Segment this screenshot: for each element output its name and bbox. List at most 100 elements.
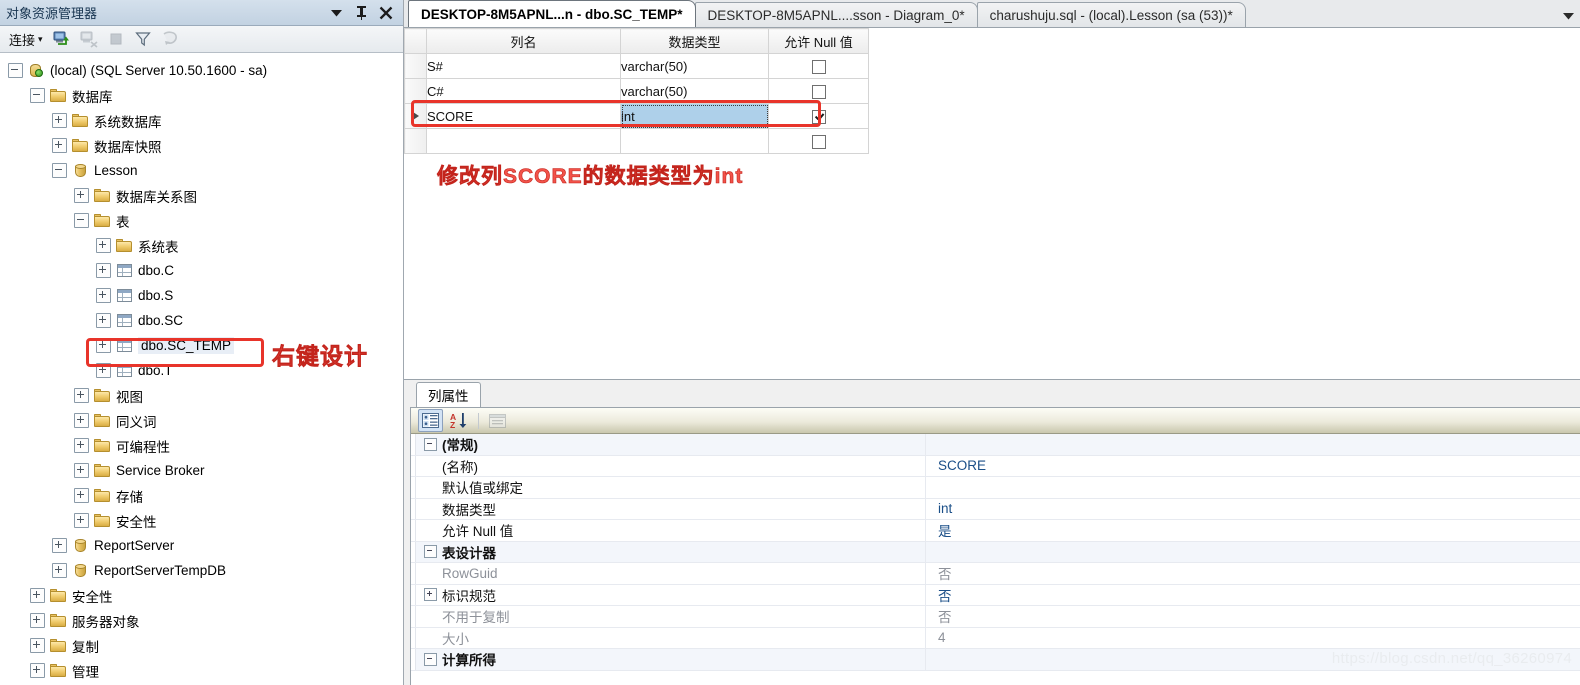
table-row[interactable]: C# varchar(50) [404,78,869,104]
expand-icon[interactable] [30,638,45,653]
property-row[interactable]: 默认值或绑定 [411,477,1580,499]
tree-node[interactable]: ReportServer [0,533,403,558]
tree-node[interactable]: 安全性 [0,508,403,533]
filter-icon[interactable] [133,29,154,49]
property-row[interactable]: RowGuid 否 [411,563,1580,585]
expand-icon[interactable] [52,138,67,153]
expand-icon[interactable] [96,263,111,278]
property-row[interactable]: 不用于复制 否 [411,606,1580,628]
property-row[interactable]: (名称) SCORE [411,455,1580,477]
tree-node[interactable]: 存储 [0,483,403,508]
allow-nulls-checkbox[interactable] [811,59,826,74]
tab-overflow-icon[interactable] [1563,8,1574,23]
tree-node[interactable]: 表 [0,208,403,233]
expand-icon[interactable] [74,188,89,203]
property-row[interactable]: 大小 4 [411,627,1580,649]
cell-column-name[interactable]: C# [426,78,621,104]
tree-node[interactable]: 管理 [0,658,403,683]
expand-icon[interactable] [74,463,89,478]
property-row[interactable]: 标识规范 否 [411,584,1580,606]
expand-icon[interactable] [30,663,45,678]
cell-column-name[interactable]: S# [426,53,621,79]
row-selector[interactable] [404,53,427,79]
expand-icon[interactable] [96,238,111,253]
connect-icon[interactable] [52,29,73,49]
tree-node[interactable]: 复制 [0,633,403,658]
column-definition-grid[interactable]: 列名 数据类型 允许 Null 值 S# varchar(50) C# varc… [404,28,869,154]
expand-icon[interactable] [96,288,111,303]
tree-node[interactable]: 服务器对象 [0,608,403,633]
collapse-icon[interactable] [52,163,67,178]
tree-node[interactable]: 安全性 [0,583,403,608]
tree-node[interactable]: dbo.SC [0,308,403,333]
cell-column-name[interactable]: SCORE [426,103,621,129]
row-selector[interactable] [404,128,427,154]
expand-icon[interactable] [424,588,437,602]
property-grid[interactable]: (常规) (名称) SCORE 默认值或绑定 数据类型 int 允许 Null 值 是表设计器… [411,434,1580,685]
tree-node[interactable]: 视图 [0,383,403,408]
collapse-icon[interactable] [8,63,23,78]
tree-node[interactable]: 系统表 [0,233,403,258]
expand-icon[interactable] [52,538,67,553]
cell-allow-nulls[interactable] [768,53,869,79]
tree-node[interactable]: 数据库关系图 [0,183,403,208]
property-value[interactable]: SCORE [926,458,1580,473]
allow-nulls-checkbox[interactable] [811,134,826,149]
row-selector-current[interactable] [404,103,427,129]
expand-icon[interactable] [96,363,111,378]
close-icon[interactable] [378,5,394,21]
alphabetical-sort-icon[interactable]: A Z [448,410,471,431]
cell-allow-nulls[interactable] [768,128,869,154]
expand-icon[interactable] [96,338,111,353]
header-allow-nulls[interactable]: 允许 Null 值 [768,28,869,54]
tab-diagram-0[interactable]: DESKTOP-8M5APNL....sson - Diagram_0* [694,2,978,27]
collapse-icon[interactable] [74,213,89,228]
property-value[interactable]: 否 [926,606,1580,626]
expand-icon[interactable] [52,113,67,128]
property-row[interactable]: 数据类型 int [411,498,1580,520]
allow-nulls-checkbox[interactable] [811,84,826,99]
property-value[interactable]: 否 [926,563,1580,583]
expand-icon[interactable] [74,413,89,428]
property-value[interactable]: 是 [926,520,1580,540]
tree-node[interactable]: 数据库 [0,83,403,108]
expand-icon[interactable] [74,388,89,403]
tree-node[interactable]: 系统数据库 [0,108,403,133]
tree-node[interactable]: (local) (SQL Server 10.50.1600 - sa) [0,58,403,83]
window-menu-icon[interactable] [328,5,344,21]
tree-node[interactable]: 同义词 [0,408,403,433]
expand-icon[interactable] [30,588,45,603]
grid-corner-selector[interactable] [404,28,427,54]
header-data-type[interactable]: 数据类型 [620,28,769,54]
expand-icon[interactable] [30,613,45,628]
cell-allow-nulls[interactable] [768,78,869,104]
cell-column-name[interactable] [426,128,621,154]
tree-node[interactable]: 数据库快照 [0,133,403,158]
allow-nulls-checkbox-checked[interactable] [811,109,826,124]
expand-icon[interactable] [74,488,89,503]
row-selector[interactable] [404,78,427,104]
property-row[interactable]: 允许 Null 值 是 [411,520,1580,542]
property-value[interactable]: int [926,501,1580,516]
categorized-view-icon[interactable] [418,409,443,432]
table-row-new[interactable] [404,128,869,154]
expand-icon[interactable] [74,438,89,453]
tree-node[interactable]: 可编程性 [0,433,403,458]
tab-dbo-sc-temp[interactable]: DESKTOP-8M5APNL...n - dbo.SC_TEMP* [408,0,696,27]
tree-node[interactable]: dbo.S [0,283,403,308]
connect-button[interactable]: 连接 ▾ [6,29,46,50]
tab-column-properties[interactable]: 列属性 [416,382,481,407]
tree-node[interactable]: ReportServerTempDB [0,558,403,583]
cell-data-type[interactable]: varchar(50) [620,78,769,104]
property-value[interactable]: 否 [926,585,1580,605]
table-row-current[interactable]: SCORE int [404,103,869,129]
tree-node[interactable]: dbo.C [0,258,403,283]
header-column-name[interactable]: 列名 [426,28,621,54]
property-value[interactable]: 4 [926,630,1580,645]
expand-icon[interactable] [52,563,67,578]
expand-icon[interactable] [96,313,111,328]
tab-charushuju-sql[interactable]: charushuju.sql - (local).Lesson (sa (53)… [976,2,1246,27]
collapse-icon[interactable] [424,652,437,666]
cell-data-type[interactable] [620,128,769,154]
collapse-icon[interactable] [424,437,437,451]
